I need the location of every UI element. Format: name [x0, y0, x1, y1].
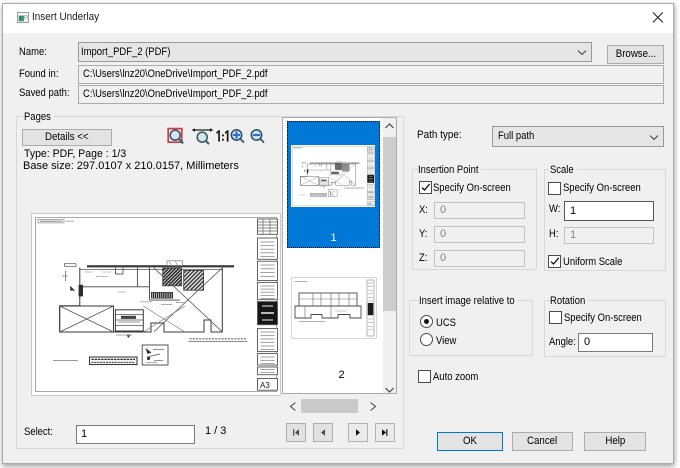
svg-text:A3: A3 [260, 381, 270, 390]
